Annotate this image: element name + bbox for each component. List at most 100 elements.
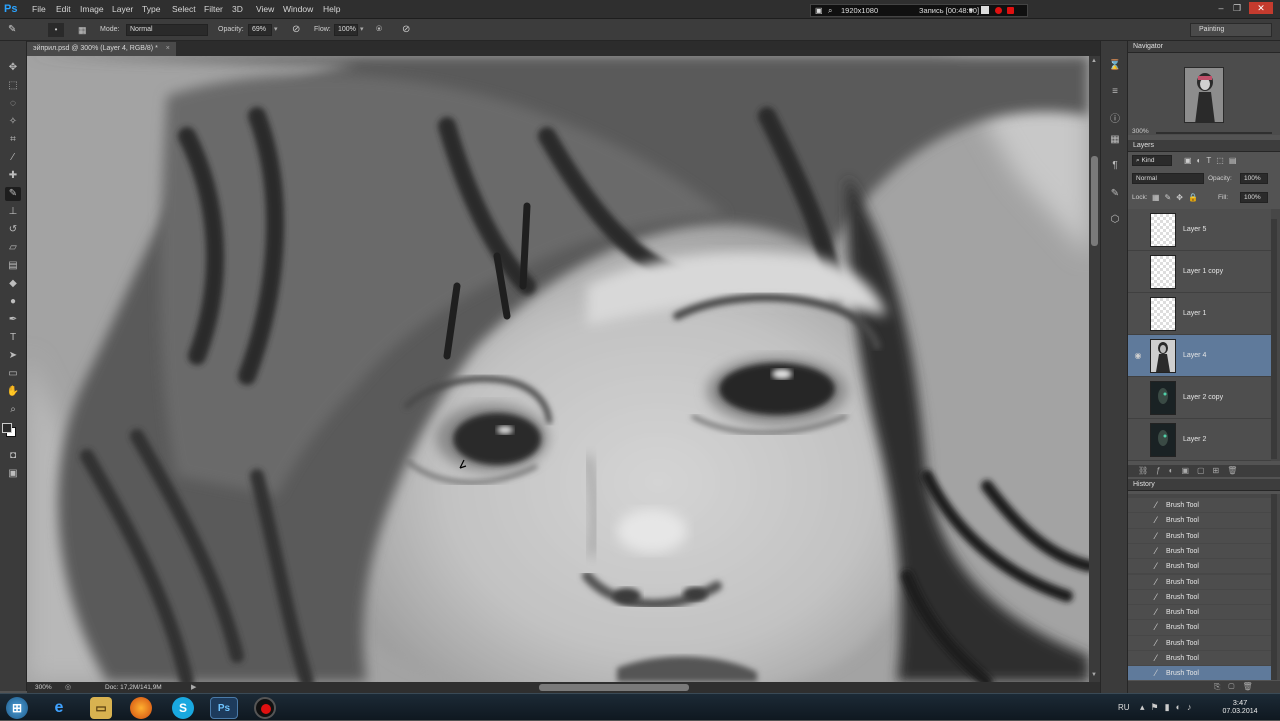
visibility-eye-icon[interactable] bbox=[1132, 392, 1144, 404]
layer-row[interactable]: Layer 2 bbox=[1128, 419, 1271, 461]
clock-time[interactable]: 3:47 bbox=[1210, 698, 1270, 707]
navigator-title[interactable]: Navigator bbox=[1133, 41, 1163, 53]
visibility-eye-icon[interactable] bbox=[1132, 266, 1144, 278]
layer-row[interactable]: Layer 2 copy bbox=[1128, 377, 1271, 419]
lock-icons[interactable]: ▦✎✥🔒 bbox=[1152, 192, 1212, 203]
navigator-thumbnail[interactable] bbox=[1184, 67, 1224, 123]
dodge-tool-icon[interactable]: ● bbox=[5, 295, 21, 309]
type-tool-icon[interactable]: T bbox=[5, 331, 21, 345]
flow-input[interactable]: 100% bbox=[334, 24, 358, 36]
visibility-eye-icon[interactable] bbox=[1132, 308, 1144, 320]
pen-tool-icon[interactable]: ✒ bbox=[5, 313, 21, 327]
eraser-tool-icon[interactable]: ▱ bbox=[5, 241, 21, 255]
history-state[interactable]: ⁄ Brush Tool bbox=[1128, 528, 1271, 544]
status-info-icon[interactable]: ◎ bbox=[65, 682, 71, 693]
layer-name[interactable]: Layer 2 bbox=[1183, 419, 1206, 461]
skype-icon[interactable]: S bbox=[172, 697, 194, 719]
layers-title[interactable]: Layers bbox=[1133, 140, 1154, 152]
history-state[interactable]: ⁄ Brush Tool bbox=[1128, 605, 1271, 621]
menu-type[interactable]: Type bbox=[142, 0, 160, 19]
adjustments-panel-icon[interactable]: ≡ bbox=[1108, 85, 1122, 99]
layer-row[interactable]: Layer 1 bbox=[1128, 293, 1271, 335]
navigator-zoom-slider[interactable] bbox=[1156, 132, 1272, 134]
move-tool-icon[interactable]: ✥ bbox=[5, 61, 21, 75]
menu-layer[interactable]: Layer bbox=[112, 0, 133, 19]
blur-tool-icon[interactable]: ◆ bbox=[5, 277, 21, 291]
clock-date[interactable]: 07.03.2014 bbox=[1210, 708, 1270, 715]
pressure-size-icon[interactable]: ⊘ bbox=[402, 23, 416, 37]
visibility-eye-icon[interactable]: ◉ bbox=[1132, 350, 1144, 362]
layer-filter-icons[interactable]: ▣◐T⬚▤ bbox=[1184, 155, 1274, 166]
3d-panel-icon[interactable]: ⬡ bbox=[1108, 213, 1122, 227]
fill-input[interactable]: 100% bbox=[1240, 192, 1268, 203]
history-state[interactable]: ⁄ Brush Tool bbox=[1128, 513, 1271, 529]
close-tab-icon[interactable]: × bbox=[166, 45, 170, 52]
blend-mode-select[interactable]: Normal bbox=[1132, 173, 1204, 184]
status-menu-icon[interactable]: ▶ bbox=[191, 682, 196, 693]
paragraph-panel-icon[interactable]: ¶ bbox=[1108, 159, 1122, 173]
internet-explorer-icon[interactable]: e bbox=[48, 697, 70, 719]
menu-window[interactable]: Window bbox=[283, 0, 313, 19]
workspace-switcher[interactable]: Painting bbox=[1190, 23, 1272, 37]
history-state[interactable]: ⁄ Brush Tool bbox=[1128, 620, 1271, 636]
layer-thumbnail[interactable] bbox=[1150, 255, 1176, 289]
layers-scrollbar[interactable] bbox=[1271, 219, 1277, 459]
brush-preset-icon[interactable]: ✎ bbox=[8, 23, 22, 37]
vertical-scroll-thumb[interactable] bbox=[1091, 156, 1098, 246]
history-panel-icon[interactable]: ⌛ bbox=[1108, 59, 1122, 73]
menu-view[interactable]: View bbox=[256, 0, 274, 19]
history-scrollbar[interactable] bbox=[1271, 494, 1277, 680]
photoshop-taskbar-icon[interactable]: Ps bbox=[210, 697, 238, 719]
vertical-scrollbar[interactable]: ▲ ▼ bbox=[1089, 56, 1100, 682]
history-state[interactable]: ⁄ Brush Tool bbox=[1128, 635, 1271, 651]
history-actions-bar[interactable]: ⎘▢🗑 bbox=[1128, 681, 1280, 693]
menu-file[interactable]: File bbox=[32, 0, 46, 19]
scroll-up-icon[interactable]: ▲ bbox=[1091, 58, 1097, 64]
layer-name[interactable]: Layer 1 copy bbox=[1183, 251, 1223, 293]
mode-select[interactable]: Normal bbox=[126, 24, 208, 36]
document-tab[interactable]: эйприл.psd @ 300% (Layer 4, RGB/8) * × bbox=[27, 42, 176, 56]
opacity-input[interactable]: 69% bbox=[248, 24, 272, 36]
menu-edit[interactable]: Edit bbox=[56, 0, 71, 19]
hand-tool-icon[interactable]: ✋ bbox=[5, 385, 21, 399]
swatches-panel-icon[interactable]: ▦ bbox=[1108, 133, 1122, 147]
start-button[interactable]: ⊞ bbox=[6, 697, 28, 719]
info-panel-icon[interactable]: ⓘ bbox=[1108, 113, 1122, 127]
recorder-taskbar-icon[interactable] bbox=[254, 697, 276, 719]
brush-tool-icon[interactable]: ✎ bbox=[5, 187, 21, 201]
opacity-dropdown-icon[interactable]: ▾ bbox=[274, 24, 282, 36]
history-state[interactable]: ⁄ Brush Tool bbox=[1128, 498, 1271, 514]
layer-thumbnail[interactable] bbox=[1150, 297, 1176, 331]
quick-select-tool-icon[interactable]: ✧ bbox=[5, 115, 21, 129]
history-state[interactable]: ⁄ Brush Tool bbox=[1128, 559, 1271, 575]
healing-tool-icon[interactable]: ✚ bbox=[5, 169, 21, 183]
layer-thumbnail[interactable] bbox=[1150, 423, 1176, 457]
airbrush-icon[interactable]: ⍟ bbox=[376, 23, 390, 37]
menu-image[interactable]: Image bbox=[80, 0, 104, 19]
path-select-tool-icon[interactable]: ➤ bbox=[5, 349, 21, 363]
stop-icon[interactable] bbox=[1007, 7, 1014, 14]
horizontal-scroll-thumb[interactable] bbox=[539, 684, 689, 691]
history-state[interactable]: ⁄ Brush Tool bbox=[1128, 666, 1271, 680]
canvas[interactable] bbox=[27, 56, 1089, 682]
zoom-tool-icon[interactable]: ⌕ bbox=[5, 403, 21, 417]
history-state[interactable]: ⁄ Brush Tool bbox=[1128, 589, 1271, 606]
history-state[interactable]: ⁄ Brush Tool bbox=[1128, 651, 1271, 667]
layer-thumbnail[interactable] bbox=[1150, 339, 1176, 373]
layer-row[interactable]: Layer 1 copy bbox=[1128, 251, 1271, 293]
flow-dropdown-icon[interactable]: ▾ bbox=[360, 24, 368, 36]
record-icon[interactable] bbox=[995, 7, 1002, 14]
marquee-tool-icon[interactable]: ⬚ bbox=[5, 79, 21, 93]
lasso-tool-icon[interactable]: ◌ bbox=[5, 97, 21, 111]
brush-panel-icon[interactable]: ▦ bbox=[78, 23, 92, 37]
visibility-eye-icon[interactable] bbox=[1132, 224, 1144, 236]
quick-mask-icon[interactable]: ◘ bbox=[5, 449, 21, 463]
firefox-icon[interactable] bbox=[130, 697, 152, 719]
dropdown-icon[interactable]: ▾ bbox=[969, 5, 973, 16]
history-brush-tool-icon[interactable]: ↺ bbox=[5, 223, 21, 237]
eyedropper-tool-icon[interactable]: ⁄ bbox=[5, 151, 21, 165]
restore-icon[interactable]: ❐ bbox=[1231, 2, 1243, 14]
gradient-tool-icon[interactable]: ▤ bbox=[5, 259, 21, 273]
history-state[interactable]: ⁄ Brush Tool bbox=[1128, 574, 1271, 590]
menu-filter[interactable]: Filter bbox=[204, 0, 223, 19]
